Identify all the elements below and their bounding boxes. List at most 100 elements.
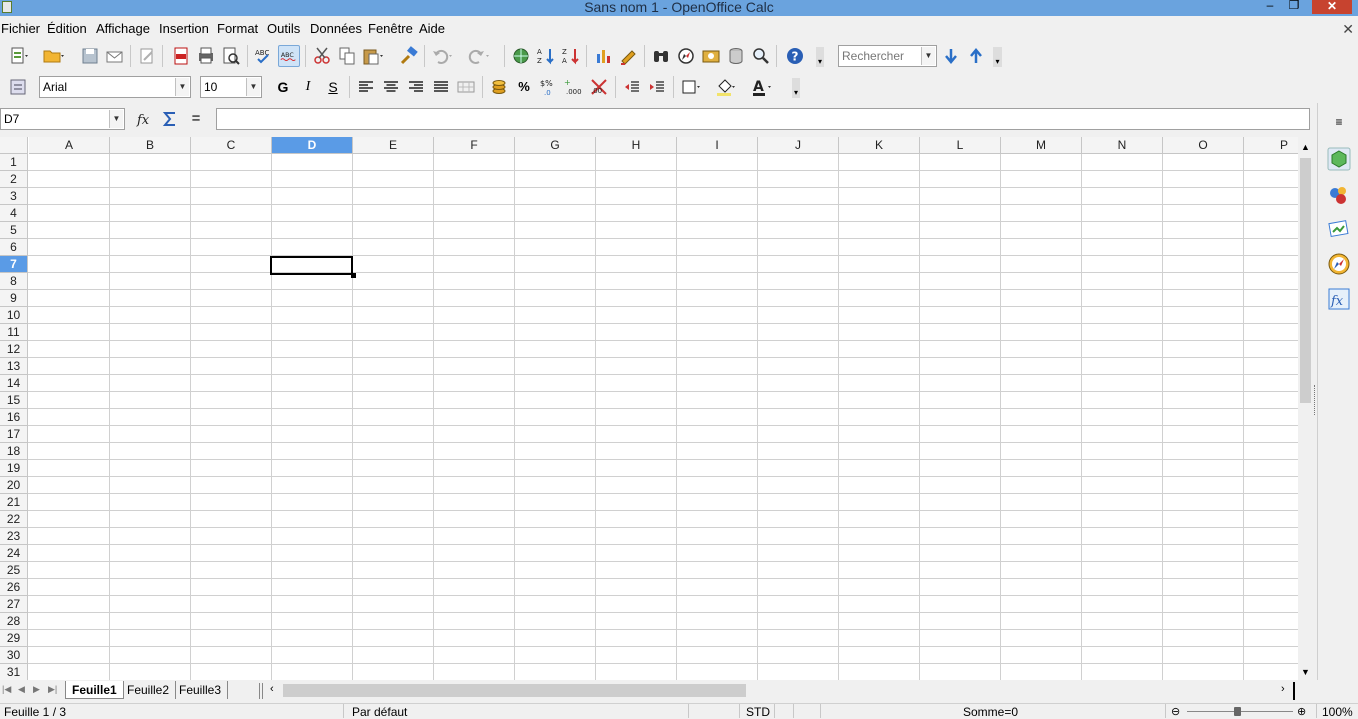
bold-button[interactable]: G xyxy=(272,76,294,98)
navigator-icon[interactable] xyxy=(675,45,697,67)
function-wizard-icon[interactable]: fx xyxy=(134,108,156,130)
italic-button[interactable]: I xyxy=(297,76,319,98)
formula-input[interactable] xyxy=(216,108,1310,130)
print-icon[interactable] xyxy=(195,45,217,67)
sort-descending-icon[interactable]: ZA xyxy=(560,45,582,67)
column-header-a[interactable]: A xyxy=(29,137,110,154)
row-header-16[interactable]: 16 xyxy=(0,409,28,426)
column-header-f[interactable]: F xyxy=(434,137,515,154)
column-header-g[interactable]: G xyxy=(515,137,596,154)
row-header-9[interactable]: 9 xyxy=(0,290,28,307)
menu-insertion[interactable]: Insertion xyxy=(159,22,209,36)
row-header-19[interactable]: 19 xyxy=(0,460,28,477)
align-center-icon[interactable] xyxy=(380,76,402,98)
font-name-dropdown-icon[interactable]: ▼ xyxy=(175,78,189,96)
navigator-sidebar-icon[interactable] xyxy=(1327,252,1351,276)
scroll-right-icon[interactable]: › xyxy=(1281,683,1291,695)
delete-decimal-icon[interactable]: .00 xyxy=(588,76,610,98)
percent-format-icon[interactable]: % xyxy=(513,76,535,98)
sidebar-menu-icon[interactable]: ≡ xyxy=(1330,115,1348,131)
edit-file-icon[interactable] xyxy=(136,45,158,67)
menu-affichage[interactable]: Affichage xyxy=(96,22,150,36)
increase-indent-icon[interactable] xyxy=(646,76,668,98)
next-sheet-icon[interactable]: ▶ xyxy=(33,684,43,695)
functions-sidebar-icon[interactable]: fx xyxy=(1327,287,1351,311)
draw-functions-icon[interactable] xyxy=(618,45,640,67)
insert-chart-icon[interactable] xyxy=(593,45,615,67)
scroll-down-icon[interactable]: ▼ xyxy=(1300,667,1311,677)
styles-icon[interactable] xyxy=(1327,183,1351,207)
toolbar-overflow-icon[interactable]: ▾ xyxy=(816,47,824,67)
autospellcheck-icon[interactable]: ABC xyxy=(278,45,300,67)
search-dropdown-icon[interactable]: ▼ xyxy=(921,47,935,65)
standard-format-icon[interactable]: $%.0 xyxy=(538,76,560,98)
add-decimal-icon[interactable]: +.000 xyxy=(563,76,585,98)
currency-format-icon[interactable] xyxy=(488,76,510,98)
menu-edition[interactable]: Édition xyxy=(47,22,87,36)
column-header-o[interactable]: O xyxy=(1163,137,1244,154)
justify-icon[interactable] xyxy=(430,76,452,98)
menu-fenetre[interactable]: Fenêtre xyxy=(368,22,413,36)
print-preview-icon[interactable] xyxy=(220,45,242,67)
row-header-27[interactable]: 27 xyxy=(0,596,28,613)
menu-donnees[interactable]: Données xyxy=(310,22,362,36)
row-header-20[interactable]: 20 xyxy=(0,477,28,494)
minimize-button[interactable]: – xyxy=(1260,0,1280,12)
row-header-5[interactable]: 5 xyxy=(0,222,28,239)
last-sheet-icon[interactable]: ▶| xyxy=(48,684,60,695)
borders-icon[interactable] xyxy=(679,76,701,98)
clone-format-icon[interactable] xyxy=(398,45,420,67)
menu-fichier[interactable]: Fichier xyxy=(1,22,40,36)
row-header-18[interactable]: 18 xyxy=(0,443,28,460)
zoom-out-icon[interactable]: ⊖ xyxy=(1171,705,1180,718)
help-icon[interactable]: ? xyxy=(784,45,806,67)
redo-icon[interactable] xyxy=(467,45,489,67)
column-header-d[interactable]: D xyxy=(272,137,353,154)
hyperlink-icon[interactable] xyxy=(510,45,532,67)
copy-icon[interactable] xyxy=(336,45,358,67)
scroll-left-icon[interactable]: ‹ xyxy=(270,683,280,695)
zoom-in-icon[interactable]: ⊕ xyxy=(1297,705,1306,718)
row-header-3[interactable]: 3 xyxy=(0,188,28,205)
name-box[interactable]: D7 ▼ xyxy=(0,108,125,130)
zoom-slider-thumb[interactable] xyxy=(1234,707,1241,716)
select-all-corner[interactable] xyxy=(0,137,28,154)
column-header-k[interactable]: K xyxy=(839,137,920,154)
name-box-dropdown-icon[interactable]: ▼ xyxy=(109,110,123,128)
new-document-icon[interactable] xyxy=(8,45,30,67)
row-header-23[interactable]: 23 xyxy=(0,528,28,545)
paste-icon[interactable] xyxy=(361,45,383,67)
tabs-splitter[interactable] xyxy=(259,683,263,699)
row-header-24[interactable]: 24 xyxy=(0,545,28,562)
close-button[interactable]: ✕ xyxy=(1312,0,1352,14)
align-right-icon[interactable] xyxy=(405,76,427,98)
row-header-21[interactable]: 21 xyxy=(0,494,28,511)
first-sheet-icon[interactable]: |◀ xyxy=(2,684,12,695)
gallery-icon[interactable] xyxy=(700,45,722,67)
email-icon[interactable] xyxy=(104,45,126,67)
column-header-i[interactable]: I xyxy=(677,137,758,154)
background-color-icon[interactable] xyxy=(714,76,736,98)
search-toolbar-overflow-icon[interactable]: ▾ xyxy=(993,47,1002,67)
row-header-26[interactable]: 26 xyxy=(0,579,28,596)
restore-button[interactable]: ❐ xyxy=(1284,0,1304,12)
sheet-tab-feuille2[interactable]: Feuille2 xyxy=(121,681,177,699)
align-left-icon[interactable] xyxy=(355,76,377,98)
vertical-scroll-thumb[interactable] xyxy=(1300,158,1311,403)
column-header-e[interactable]: E xyxy=(353,137,434,154)
column-header-n[interactable]: N xyxy=(1082,137,1163,154)
find-next-icon[interactable] xyxy=(940,45,962,67)
row-header-25[interactable]: 25 xyxy=(0,562,28,579)
active-cell-cursor[interactable] xyxy=(270,256,353,275)
sum-icon[interactable] xyxy=(159,108,181,130)
merge-cells-icon[interactable] xyxy=(455,76,477,98)
column-header-p[interactable]: P xyxy=(1244,137,1298,154)
column-header-b[interactable]: B xyxy=(110,137,191,154)
row-header-28[interactable]: 28 xyxy=(0,613,28,630)
menu-format[interactable]: Format xyxy=(217,22,258,36)
find-replace-icon[interactable] xyxy=(650,45,672,67)
save-icon[interactable] xyxy=(79,45,101,67)
row-header-6[interactable]: 6 xyxy=(0,239,28,256)
row-header-15[interactable]: 15 xyxy=(0,392,28,409)
find-previous-icon[interactable] xyxy=(965,45,987,67)
